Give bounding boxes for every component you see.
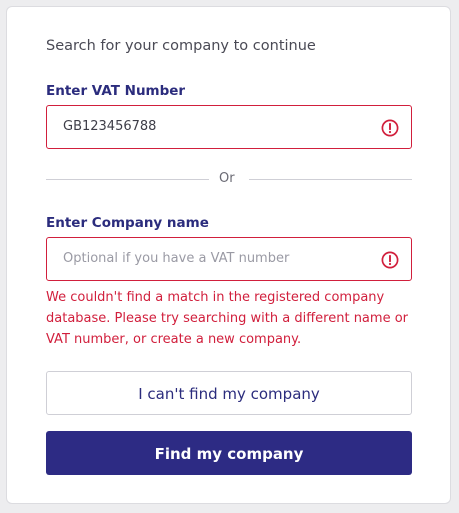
cant-find-company-button[interactable]: I can't find my company: [46, 371, 412, 415]
vat-number-label: Enter VAT Number: [46, 83, 186, 99]
divider-or: Or: [219, 171, 235, 186]
company-name-label: Enter Company name: [46, 215, 209, 231]
vat-number-value: GB123456788: [63, 119, 157, 134]
search-error-message: We couldn't find a match in the register…: [46, 290, 408, 347]
form-heading: Search for your company to continue: [46, 38, 316, 54]
alert-circle-icon: [381, 251, 399, 269]
company-search-card: Search for your company to continue Ente…: [6, 6, 451, 504]
alert-circle-icon: [381, 119, 399, 137]
company-name-field[interactable]: Optional if you have a VAT number: [46, 237, 412, 281]
divider-line-left: [46, 179, 209, 180]
vat-number-field[interactable]: GB123456788: [46, 105, 412, 149]
divider-line-right: [249, 179, 412, 180]
find-company-button[interactable]: Find my company: [46, 431, 412, 475]
company-name-placeholder: Optional if you have a VAT number: [63, 251, 290, 266]
